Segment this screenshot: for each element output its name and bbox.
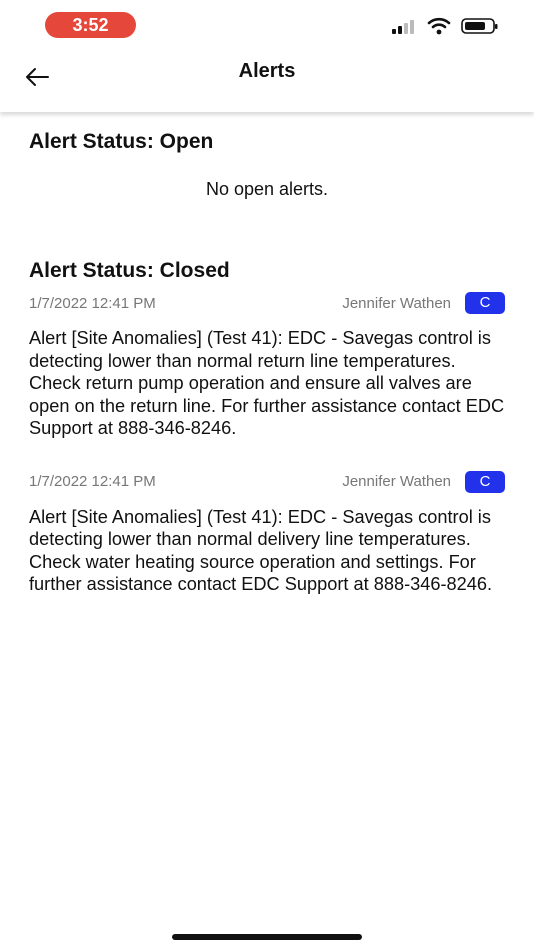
alerts-content: Alert Status: Open No open alerts. Alert… bbox=[29, 120, 505, 596]
alert-user: Jennifer Wathen bbox=[342, 294, 451, 312]
alert-item: 1/7/2022 12:41 PM Jennifer Wathen C Aler… bbox=[29, 291, 505, 440]
status-bar: 3:52 bbox=[0, 0, 534, 50]
status-icons bbox=[391, 17, 499, 40]
alert-meta-right: Jennifer Wathen C bbox=[342, 470, 505, 493]
alert-date: 1/7/2022 12:41 PM bbox=[29, 294, 156, 312]
open-section-title: Alert Status: Open bbox=[29, 130, 214, 153]
alert-meta: 1/7/2022 12:41 PM Jennifer Wathen C bbox=[29, 470, 505, 494]
wifi-icon bbox=[427, 17, 451, 40]
alert-message: Alert [Site Anomalies] (Test 41): EDC - … bbox=[29, 328, 505, 438]
status-badge: C bbox=[465, 292, 505, 314]
alert-user: Jennifer Wathen bbox=[342, 473, 451, 490]
closed-section-title: Alert Status: Closed bbox=[29, 259, 230, 282]
alert-date: 1/7/2022 12:41 PM bbox=[29, 473, 156, 490]
empty-open-alerts: No open alerts. bbox=[205, 179, 329, 199]
battery-icon bbox=[461, 17, 499, 40]
alert-meta: 1/7/2022 12:41 PM Jennifer Wathen C bbox=[29, 291, 505, 315]
page-title: Alerts bbox=[238, 60, 296, 82]
alert-meta-right: Jennifer Wathen C bbox=[342, 292, 505, 314]
alert-item: 1/7/2022 12:41 PM Jennifer Wathen C Aler… bbox=[29, 470, 505, 596]
status-time: 3:52 bbox=[45, 12, 136, 38]
home-indicator[interactable] bbox=[172, 934, 362, 940]
alert-message: Alert [Site Anomalies] (Test 41): EDC - … bbox=[29, 506, 493, 595]
app-header: Alerts bbox=[0, 50, 534, 112]
signal-icon bbox=[391, 18, 417, 39]
status-badge: C bbox=[465, 470, 505, 493]
